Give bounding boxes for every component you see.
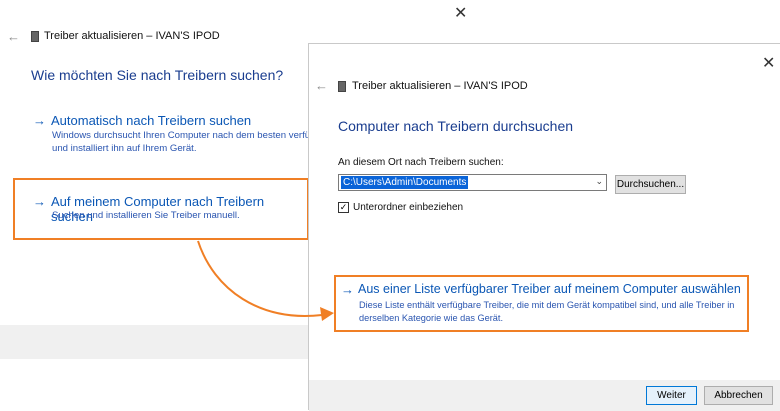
annotation-arrow (197, 240, 334, 321)
annotation-arrow-head (320, 307, 334, 321)
annotation-arrow-curve (197, 240, 323, 317)
